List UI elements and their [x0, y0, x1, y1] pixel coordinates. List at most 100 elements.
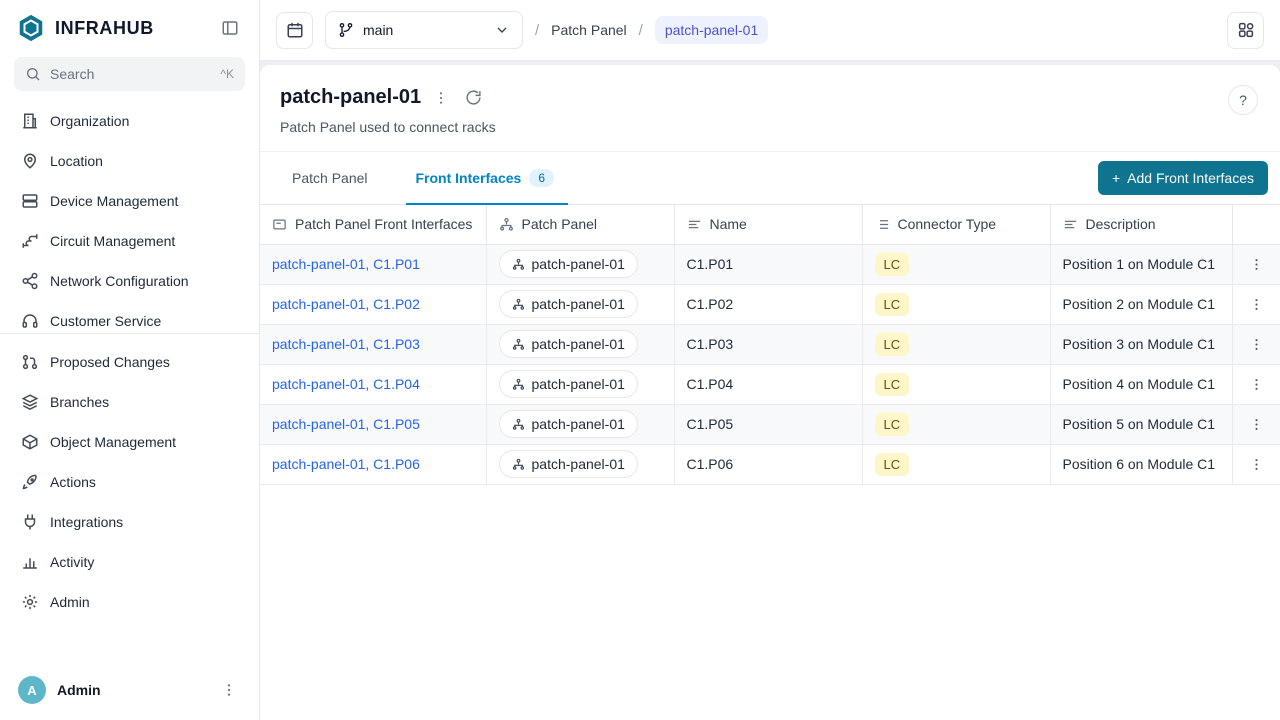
sidebar-item-branches[interactable]: Branches [12, 382, 247, 422]
branch-selector[interactable]: main [325, 11, 523, 49]
main-area: main / Patch Panel / patch-panel-01 patc… [260, 0, 1280, 720]
user-menu-button[interactable] [217, 678, 241, 702]
name-cell: C1.P03 [674, 324, 862, 364]
sidebar-item-object-management[interactable]: Object Management [12, 422, 247, 462]
breadcrumb-current[interactable]: patch-panel-01 [655, 16, 768, 44]
table-row: patch-panel-01, C1.P04 patch-panel-01 C1… [260, 364, 1280, 404]
header-front-interfaces[interactable]: Patch Panel Front Interfaces [260, 205, 486, 244]
table-row: patch-panel-01, C1.P06 patch-panel-01 C1… [260, 444, 1280, 484]
nav-label: Activity [50, 554, 94, 570]
connector-type-badge: LC [875, 373, 910, 396]
refresh-button[interactable] [461, 85, 486, 110]
apps-menu-button[interactable] [1227, 12, 1264, 49]
patch-panel-chip[interactable]: patch-panel-01 [499, 290, 638, 318]
front-interface-link[interactable]: patch-panel-01, C1.P03 [272, 336, 420, 352]
sidebar-collapse-button[interactable] [217, 15, 243, 41]
sidebar-item-organization[interactable]: Organization [12, 101, 247, 141]
content-panel: patch-panel-01 Patch Panel used to conne… [260, 65, 1280, 720]
breadcrumb-section[interactable]: Patch Panel [551, 22, 627, 38]
row-actions-button[interactable] [1245, 373, 1268, 396]
front-interface-link[interactable]: patch-panel-01, C1.P02 [272, 296, 420, 312]
nav-label: Circuit Management [50, 233, 175, 249]
align-left-icon [687, 217, 702, 232]
header-patch-panel[interactable]: Patch Panel [486, 205, 674, 244]
sidebar-item-admin[interactable]: Admin [12, 582, 247, 622]
headset-icon [21, 312, 39, 330]
patch-panel-chip[interactable]: patch-panel-01 [499, 250, 638, 278]
header-connector-type[interactable]: Connector Type [862, 205, 1050, 244]
patch-panel-chip-label: patch-panel-01 [532, 296, 625, 312]
row-actions-button[interactable] [1245, 253, 1268, 276]
front-interface-link[interactable]: patch-panel-01, C1.P01 [272, 256, 420, 272]
kebab-icon [1249, 297, 1264, 312]
add-front-interfaces-button[interactable]: + Add Front Interfaces [1098, 161, 1268, 195]
nav-label: Actions [50, 474, 96, 490]
sidebar-item-device-management[interactable]: Device Management [12, 181, 247, 221]
front-interface-link[interactable]: patch-panel-01, C1.P06 [272, 456, 420, 472]
row-actions-button[interactable] [1245, 453, 1268, 476]
object-header: patch-panel-01 Patch Panel used to conne… [260, 65, 1280, 152]
bar-chart-icon [21, 553, 39, 571]
infrahub-logo[interactable]: INFRAHUB [16, 13, 154, 43]
table-row: patch-panel-01, C1.P05 patch-panel-01 C1… [260, 404, 1280, 444]
header-name[interactable]: Name [674, 205, 862, 244]
add-button-label: Add Front Interfaces [1127, 170, 1254, 186]
nav-label: Object Management [50, 434, 176, 450]
list-icon [875, 217, 890, 232]
patch-panel-chip[interactable]: patch-panel-01 [499, 330, 638, 358]
sidebar-user: A Admin [0, 662, 259, 720]
topbar: main / Patch Panel / patch-panel-01 [260, 0, 1280, 61]
sidebar-item-activity[interactable]: Activity [12, 542, 247, 582]
search-input[interactable]: Search ^K [14, 57, 245, 91]
panel-collapse-icon [221, 19, 239, 37]
hierarchy-icon [512, 338, 525, 351]
table-row: patch-panel-01, C1.P01 patch-panel-01 C1… [260, 244, 1280, 284]
kebab-icon [433, 90, 449, 106]
row-actions-button[interactable] [1245, 413, 1268, 436]
hierarchy-icon [512, 418, 525, 431]
avatar: A [18, 676, 46, 704]
front-interface-link[interactable]: patch-panel-01, C1.P04 [272, 376, 420, 392]
time-travel-button[interactable] [276, 12, 313, 49]
cube-icon [21, 433, 39, 451]
header-description[interactable]: Description [1050, 205, 1233, 244]
patch-panel-chip[interactable]: patch-panel-01 [499, 450, 638, 478]
sidebar-item-customer-service[interactable]: Customer Service [12, 301, 247, 333]
building-icon [21, 112, 39, 130]
row-actions-button[interactable] [1245, 293, 1268, 316]
sidebar-item-proposed-changes[interactable]: Proposed Changes [12, 342, 247, 382]
sidebar-nav-primary: Organization Location Device Management … [0, 91, 259, 333]
plus-icon: + [1112, 170, 1120, 186]
row-actions-button[interactable] [1245, 333, 1268, 356]
table-row: patch-panel-01, C1.P02 patch-panel-01 C1… [260, 284, 1280, 324]
search-shortcut: ^K [220, 67, 234, 81]
nav-label: Network Configuration [50, 273, 189, 289]
patch-panel-chip[interactable]: patch-panel-01 [499, 370, 638, 398]
nav-label: Customer Service [50, 313, 161, 329]
patch-panel-chip[interactable]: patch-panel-01 [499, 410, 638, 438]
patch-panel-chip-label: patch-panel-01 [532, 416, 625, 432]
server-icon [21, 192, 39, 210]
sidebar-item-network-configuration[interactable]: Network Configuration [12, 261, 247, 301]
tab-patch-panel[interactable]: Patch Panel [288, 152, 372, 204]
align-left-icon [1063, 217, 1078, 232]
tabs-bar: Patch Panel Front Interfaces 6 + Add Fro… [260, 152, 1280, 205]
name-cell: C1.P06 [674, 444, 862, 484]
title-actions-button[interactable] [429, 86, 453, 110]
sidebar-item-location[interactable]: Location [12, 141, 247, 181]
sidebar-item-integrations[interactable]: Integrations [12, 502, 247, 542]
patch-panel-chip-label: patch-panel-01 [532, 376, 625, 392]
tab-front-interfaces[interactable]: Front Interfaces 6 [412, 152, 559, 204]
header-actions [1233, 205, 1280, 244]
help-button[interactable]: ? [1228, 85, 1258, 115]
user-name: Admin [57, 682, 101, 698]
name-cell: C1.P04 [674, 364, 862, 404]
front-interfaces-table: Patch Panel Front Interfaces Patch Panel… [260, 205, 1280, 485]
front-interface-link[interactable]: patch-panel-01, C1.P05 [272, 416, 420, 432]
kebab-icon [1249, 417, 1264, 432]
brand-name: INFRAHUB [55, 18, 154, 39]
sidebar-item-actions[interactable]: Actions [12, 462, 247, 502]
name-cell: C1.P01 [674, 244, 862, 284]
sidebar-item-circuit-management[interactable]: Circuit Management [12, 221, 247, 261]
description-cell: Position 1 on Module C1 [1050, 244, 1233, 284]
